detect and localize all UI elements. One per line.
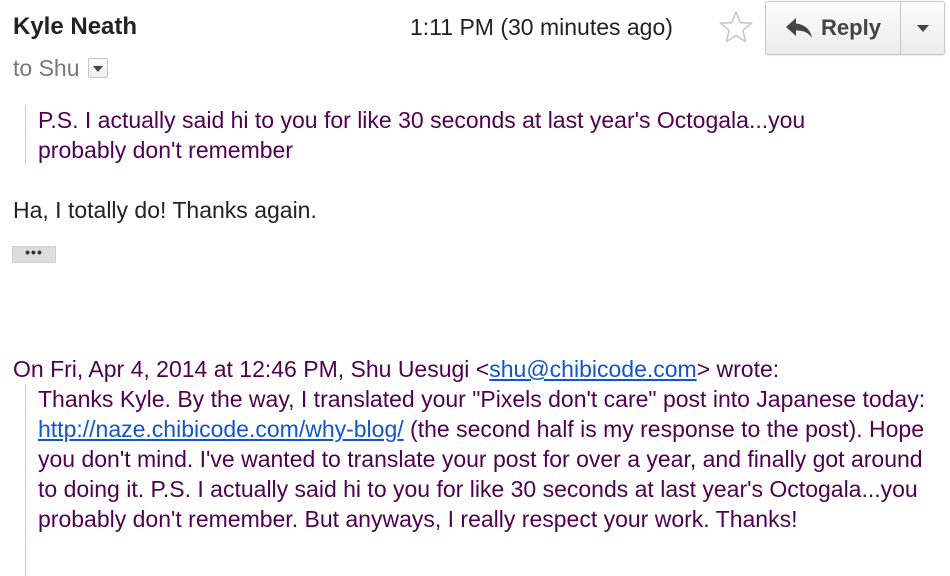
message-timestamp: 1:11 PM (30 minutes ago) — [410, 14, 673, 40]
quote-attribution: On Fri, Apr 4, 2014 at 12:46 PM, Shu Ues… — [13, 354, 779, 384]
recipient-line: to Shu — [13, 53, 108, 83]
reply-arrow-icon — [786, 18, 813, 38]
quoted-original-message: Thanks Kyle. By the way, I translated yo… — [25, 384, 948, 576]
recipient-label: to Shu — [13, 54, 80, 81]
message-body: Ha, I totally do! Thanks again. — [13, 197, 317, 223]
attribution-email-link[interactable]: shu@chibicode.com — [489, 356, 696, 382]
star-icon[interactable] — [718, 9, 754, 45]
chevron-down-icon — [92, 66, 103, 72]
quoted-snippet: P.S. I actually said hi to you for like … — [25, 105, 838, 165]
blog-link[interactable]: http://naze.chibicode.com/why-blog/ — [38, 416, 404, 442]
chevron-down-icon — [916, 24, 929, 32]
quoted-snippet-text: P.S. I actually said hi to you for like … — [38, 107, 806, 163]
show-trimmed-content-button[interactable]: ••• — [12, 245, 56, 263]
quoted-text-part1: Thanks Kyle. By the way, I translated yo… — [38, 386, 926, 412]
sender-name[interactable]: Kyle Neath — [13, 12, 137, 42]
attribution-prefix: On Fri, Apr 4, 2014 at 12:46 PM, Shu Ues… — [13, 356, 490, 382]
quoted-original-text: Thanks Kyle. By the way, I translated yo… — [38, 384, 948, 534]
more-actions-button[interactable] — [901, 2, 944, 54]
show-details-button[interactable] — [87, 58, 108, 78]
attribution-suffix: > wrote: — [696, 356, 780, 382]
reply-button[interactable]: Reply — [766, 2, 901, 54]
reply-label: Reply — [821, 15, 881, 40]
reply-button-group: Reply — [765, 1, 945, 55]
